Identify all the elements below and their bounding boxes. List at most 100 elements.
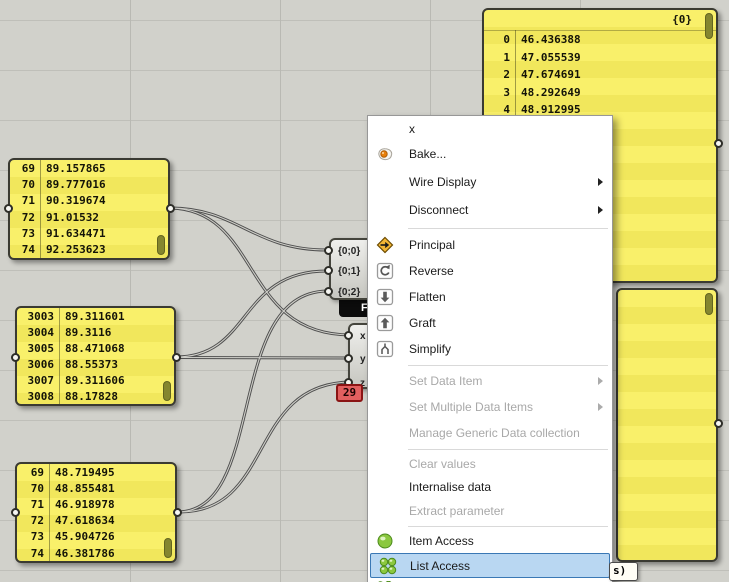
submenu-arrow-icon (598, 206, 603, 214)
panel-scroll-grip[interactable] (705, 13, 713, 39)
menu-item-label: Bake... (409, 147, 447, 161)
row-index: 3003 (27, 309, 55, 323)
row-value: 47.674691 (521, 68, 581, 82)
panel-row: 69 48.719495 (17, 464, 175, 480)
x-input-label: x (360, 331, 366, 342)
menu-item-disconnect[interactable]: Disconnect (368, 196, 612, 224)
row-value: 46.381786 (55, 546, 115, 560)
data-panel-mid-left[interactable]: 3003 89.311601 3004 89.3116 3005 88.471068 300… (15, 306, 176, 406)
row-value: 89.311606 (65, 373, 125, 387)
row-index: 70 (21, 177, 35, 191)
row-value: 89.777016 (46, 177, 106, 191)
panel-output-nub[interactable] (166, 204, 175, 213)
panel-output-nub[interactable] (172, 353, 181, 362)
panel-row: 0 46.436388 (484, 31, 716, 49)
menu-item-manage-generic-data-collection[interactable]: Manage Generic Data collection (368, 420, 612, 446)
context-menu: x Bake... Wire Display Disconnect Principal R… (367, 115, 613, 582)
panel-output-nub[interactable] (714, 139, 723, 148)
panel-scroll-grip[interactable] (705, 293, 713, 315)
row-value: 92.253623 (46, 243, 106, 257)
row-value: 47.618634 (55, 514, 115, 528)
panel-path-header: {0} (484, 10, 716, 31)
menu-item-set-multiple-data-items[interactable]: Set Multiple Data Items (368, 394, 612, 420)
menu-item-label: Extract parameter (409, 504, 505, 518)
panel-divider (40, 160, 41, 258)
menu-item-item-access[interactable]: Item Access (368, 529, 612, 553)
menu-item-tree-access[interactable]: Tree Access (368, 578, 612, 582)
flatten-icon (376, 288, 394, 306)
item-access-icon (376, 532, 394, 550)
panel-row: 3004 89.3116 (17, 324, 174, 340)
menu-item-list-access[interactable]: List Access (370, 553, 610, 578)
menu-item-reverse[interactable]: Reverse (368, 258, 612, 284)
principal-icon (376, 236, 394, 254)
menu-item-internalise-data[interactable]: Internalise data (368, 475, 612, 499)
row-value: 88.55373 (65, 357, 118, 371)
panel-input-nub[interactable] (4, 204, 13, 213)
simplify-icon (376, 340, 394, 358)
row-index: 73 (21, 226, 35, 240)
error-count-badge[interactable]: 29 (336, 384, 363, 402)
panel-row: 70 89.777016 (10, 176, 168, 192)
panel-row: 71 90.319674 (10, 193, 168, 209)
panel-output-nub[interactable] (714, 419, 723, 428)
menu-item-principal[interactable]: Principal (368, 232, 612, 258)
menu-item-label: x (409, 121, 415, 136)
row-index: 74 (30, 546, 44, 560)
row-value: 88.17828 (65, 389, 118, 403)
menu-item-clear-values[interactable]: Clear values (368, 452, 612, 475)
data-panel-bottom-right[interactable] (616, 288, 718, 562)
panel-row: 3006 88.55373 (17, 356, 174, 372)
row-index: 70 (30, 481, 44, 495)
panel-row: 1 47.055539 (484, 49, 716, 67)
panel-scroll-grip[interactable] (157, 235, 165, 255)
row-index: 74 (21, 243, 35, 257)
input-nub[interactable] (324, 246, 333, 255)
menu-item-set-data-item[interactable]: Set Data Item (368, 368, 612, 394)
panel-row: 73 91.634471 (10, 225, 168, 241)
row-value: 89.3116 (65, 325, 112, 339)
menu-item-wire-display[interactable]: Wire Display (368, 167, 612, 196)
menu-item-bake[interactable]: Bake... (368, 141, 612, 167)
menu-item-label: Graft (409, 316, 436, 330)
row-value: 90.319674 (46, 194, 106, 208)
input-nub[interactable] (324, 266, 333, 275)
menu-item-label: Reverse (409, 264, 454, 278)
bake-icon (376, 145, 394, 163)
row-index: 3006 (27, 357, 55, 371)
panel-scroll-grip[interactable] (163, 381, 171, 401)
menu-item-label: Flatten (409, 290, 446, 304)
row-index: 69 (21, 161, 35, 175)
row-value: 48.855481 (55, 481, 115, 495)
menu-item-extract-parameter[interactable]: Extract parameter (368, 499, 612, 523)
panel-scroll-grip[interactable] (164, 538, 172, 558)
input-nub[interactable] (324, 287, 333, 296)
menu-item-flatten[interactable]: Flatten (368, 284, 612, 310)
input-nub[interactable] (344, 354, 353, 363)
panel-row: 74 46.381786 (17, 545, 175, 561)
row-value: 46.436388 (521, 33, 581, 47)
y-input-label: y (360, 354, 366, 365)
menu-item-label: Simplify (409, 342, 452, 356)
panel-row: 74 92.253623 (10, 241, 168, 257)
grasshopper-canvas[interactable]: {0;0} {0;1} {0;2} F x y z 29 69 89.157865… (0, 0, 729, 582)
row-index: 69 (30, 465, 44, 479)
menu-item-label: Set Multiple Data Items (409, 400, 534, 414)
row-value: 89.157865 (46, 161, 106, 175)
panel-input-nub[interactable] (11, 508, 20, 517)
panel-divider (49, 464, 50, 561)
menu-item-graft[interactable]: Graft (368, 310, 612, 336)
panel-row: 3008 88.17828 (17, 388, 174, 404)
data-panel-bottom-left[interactable]: 69 48.719495 70 48.855481 71 46.918978 72 47.61… (15, 462, 177, 563)
row-index: 1 (503, 50, 510, 64)
graft-icon (376, 314, 394, 332)
tooltip-fragment: s) (609, 562, 638, 581)
row-value: 46.918978 (55, 497, 115, 511)
input-nub[interactable] (344, 331, 353, 340)
submenu-arrow-icon (598, 403, 603, 411)
panel-input-nub[interactable] (11, 353, 20, 362)
reverse-icon (376, 262, 394, 280)
data-panel-top-left[interactable]: 69 89.157865 70 89.777016 71 90.319674 72 91.01… (8, 158, 170, 260)
menu-item-simplify[interactable]: Simplify (368, 336, 612, 362)
panel-output-nub[interactable] (173, 508, 182, 517)
